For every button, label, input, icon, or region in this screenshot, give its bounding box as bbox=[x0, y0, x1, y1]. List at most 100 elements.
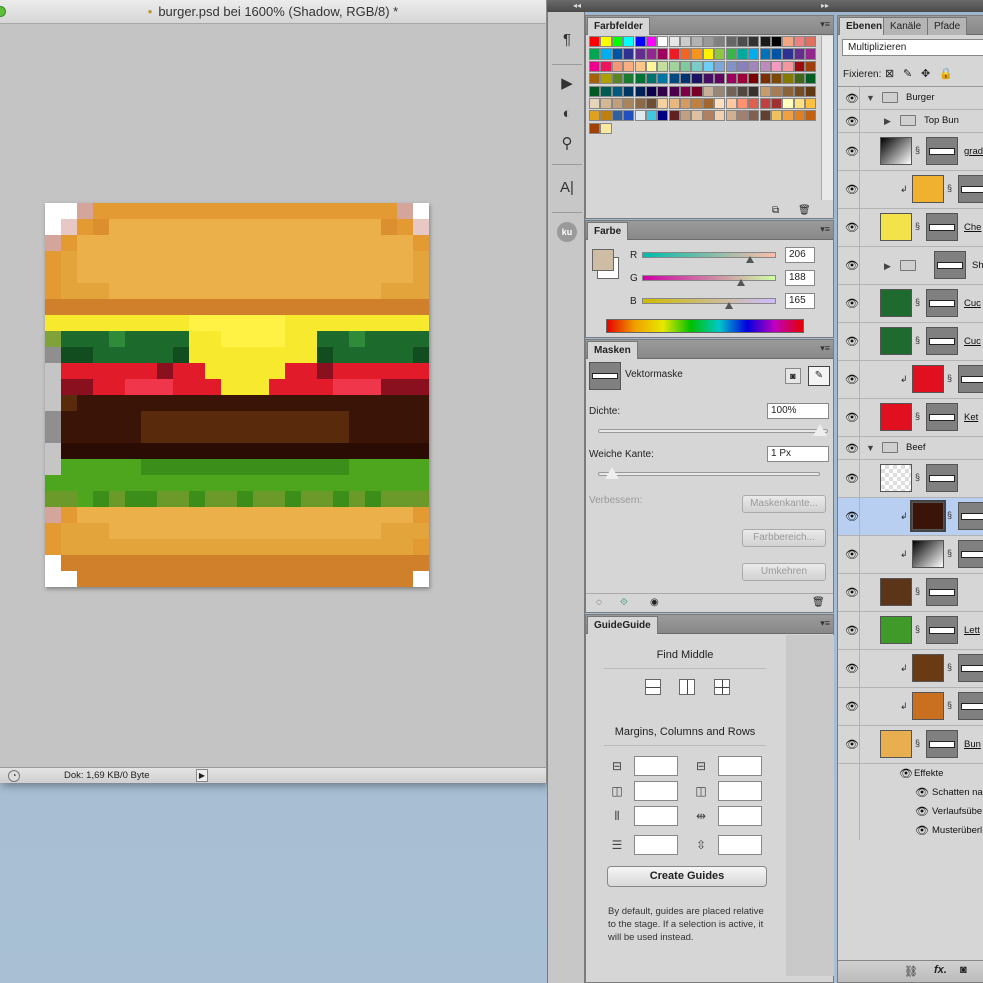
color-swatch[interactable] bbox=[657, 73, 669, 85]
expanded-triangle-icon[interactable]: ▼ bbox=[866, 93, 875, 103]
color-swatch[interactable] bbox=[657, 85, 669, 97]
mask-thumbnail[interactable] bbox=[926, 616, 958, 644]
color-swatch[interactable] bbox=[805, 48, 817, 60]
color-swatch[interactable] bbox=[600, 36, 612, 48]
dock-header-left[interactable]: ◂◂ ▸▸ bbox=[547, 0, 837, 12]
color-swatch[interactable] bbox=[793, 85, 805, 97]
color-swatch[interactable] bbox=[680, 73, 692, 85]
layer-row[interactable]: 👁 § bbox=[838, 460, 983, 498]
color-swatch[interactable] bbox=[657, 110, 669, 122]
link-icon[interactable]: § bbox=[915, 335, 920, 345]
color-swatch[interactable] bbox=[634, 97, 646, 110]
status-arrow-icon[interactable]: ▶ bbox=[196, 769, 208, 782]
color-swatch[interactable] bbox=[657, 48, 669, 60]
feather-slider-track[interactable] bbox=[598, 472, 820, 476]
eye-icon[interactable]: 👁 bbox=[844, 549, 860, 561]
eye-icon[interactable]: 👁 bbox=[844, 184, 860, 196]
color-swatch[interactable] bbox=[725, 73, 737, 85]
color-swatch[interactable] bbox=[691, 36, 703, 48]
color-swatch[interactable] bbox=[736, 60, 749, 72]
eye-icon[interactable]: 👁 bbox=[844, 663, 860, 675]
create-guides-button[interactable]: Create Guides bbox=[607, 866, 767, 887]
red-value-field[interactable]: 206 bbox=[785, 247, 815, 263]
blend-mode-select[interactable]: Multiplizieren bbox=[842, 39, 983, 56]
add-mask-icon[interactable]: ◙ bbox=[960, 964, 967, 976]
layer-row[interactable]: 👁 § Ket bbox=[838, 399, 983, 437]
kuler-icon[interactable]: ku bbox=[557, 222, 577, 242]
density-field[interactable]: 100% bbox=[767, 403, 829, 419]
layer-thumbnail[interactable] bbox=[912, 692, 944, 720]
expanded-triangle-icon[interactable]: ▼ bbox=[866, 443, 875, 453]
mask-thumbnail[interactable] bbox=[926, 730, 958, 758]
color-swatch[interactable] bbox=[634, 110, 646, 122]
mask-edge-button[interactable]: Maskenkante... bbox=[742, 495, 826, 513]
right-margin-field[interactable] bbox=[718, 781, 762, 801]
color-swatch[interactable] bbox=[748, 48, 760, 60]
layer-row[interactable]: 👁 ▼ Burger bbox=[838, 87, 983, 110]
color-swatch[interactable] bbox=[680, 110, 692, 122]
effect-row[interactable]: 👁 Verlaufsübe bbox=[838, 802, 983, 821]
color-swatch[interactable] bbox=[771, 48, 783, 60]
lock-transparency-icon[interactable]: ⊠ bbox=[885, 67, 894, 80]
color-swatch[interactable] bbox=[691, 85, 703, 97]
color-swatch[interactable] bbox=[657, 36, 669, 48]
clone-source-icon[interactable]: ◐ bbox=[556, 104, 578, 124]
blue-slider-thumb[interactable] bbox=[724, 302, 733, 309]
layer-thumbnail[interactable] bbox=[912, 365, 944, 393]
color-swatch[interactable] bbox=[634, 48, 646, 60]
new-swatch-icon[interactable]: ⧉ bbox=[772, 205, 779, 216]
color-swatch[interactable] bbox=[645, 97, 658, 110]
color-swatch[interactable] bbox=[691, 73, 703, 85]
color-swatch[interactable] bbox=[782, 48, 794, 60]
link-icon[interactable]: § bbox=[947, 510, 952, 520]
color-swatch[interactable] bbox=[645, 36, 658, 48]
left-margin-field[interactable] bbox=[634, 781, 678, 801]
color-swatch[interactable] bbox=[600, 97, 612, 110]
effect-row[interactable]: 👁 Schatten nac bbox=[838, 783, 983, 802]
dock-header-right[interactable] bbox=[837, 0, 983, 12]
layer-row[interactable]: 👁 ↲ § bbox=[838, 498, 983, 536]
color-swatch[interactable] bbox=[668, 73, 680, 85]
color-swatch[interactable] bbox=[611, 85, 623, 97]
color-swatch[interactable] bbox=[589, 60, 601, 72]
columns-field[interactable] bbox=[634, 806, 678, 826]
color-swatch[interactable] bbox=[668, 97, 680, 110]
row-gutter-field[interactable] bbox=[718, 835, 762, 855]
layer-row[interactable]: 👁 ↲ § bbox=[838, 688, 983, 726]
eye-icon[interactable]: 👁 bbox=[844, 222, 860, 234]
effects-row[interactable]: 👁 Effekte bbox=[838, 764, 983, 783]
eye-icon[interactable]: 👁 bbox=[844, 473, 860, 485]
mask-thumbnail[interactable] bbox=[926, 213, 958, 241]
color-swatch[interactable] bbox=[668, 60, 680, 72]
mask-thumbnail[interactable] bbox=[958, 175, 983, 203]
color-swatch[interactable] bbox=[589, 48, 601, 60]
color-swatch[interactable] bbox=[725, 60, 737, 72]
color-swatch[interactable] bbox=[736, 110, 749, 122]
color-swatch[interactable] bbox=[611, 60, 623, 72]
color-swatch[interactable] bbox=[645, 85, 658, 97]
layer-row[interactable]: 👁 § grad bbox=[838, 133, 983, 171]
color-swatch[interactable] bbox=[680, 60, 692, 72]
color-swatch[interactable] bbox=[680, 85, 692, 97]
layer-row[interactable]: 👁 § Cuc bbox=[838, 323, 983, 361]
link-icon[interactable]: § bbox=[915, 624, 920, 634]
eye-icon[interactable]: 👁 bbox=[844, 412, 860, 424]
eye-icon[interactable]: 👁 bbox=[844, 443, 860, 455]
mask-thumbnail[interactable] bbox=[926, 327, 958, 355]
color-swatch[interactable] bbox=[623, 60, 635, 72]
feather-slider-thumb[interactable] bbox=[605, 467, 620, 479]
layer-thumbnail[interactable] bbox=[880, 289, 912, 317]
lock-pixels-icon[interactable]: ✎ bbox=[903, 67, 912, 80]
color-swatch[interactable] bbox=[748, 97, 760, 110]
color-swatch[interactable] bbox=[611, 48, 623, 60]
mask-thumbnail[interactable] bbox=[926, 289, 958, 317]
density-slider-thumb[interactable] bbox=[813, 424, 827, 436]
document-canvas[interactable] bbox=[45, 203, 429, 587]
color-swatch[interactable] bbox=[589, 73, 601, 85]
eye-icon[interactable]: 👁 bbox=[844, 298, 860, 310]
color-swatch[interactable] bbox=[748, 60, 760, 72]
color-swatch[interactable] bbox=[793, 73, 805, 85]
color-swatch[interactable] bbox=[611, 97, 623, 110]
color-swatch[interactable] bbox=[645, 110, 658, 122]
eye-icon[interactable]: 👁 bbox=[844, 587, 860, 599]
